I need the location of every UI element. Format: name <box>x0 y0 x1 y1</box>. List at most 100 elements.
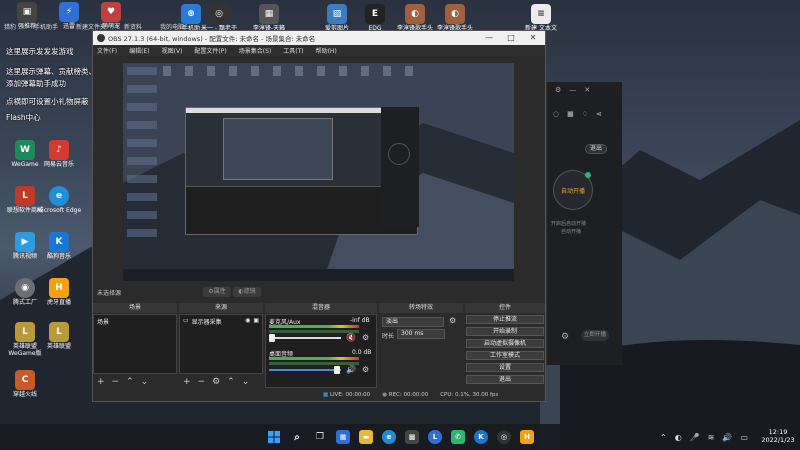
minimize-button[interactable]: — <box>479 31 499 45</box>
close-icon[interactable]: ✕ <box>584 86 590 96</box>
move-down-icon[interactable]: ⌄ <box>141 377 149 387</box>
menu-help[interactable]: 帮助(H) <box>316 46 337 55</box>
rec-status: ● REC: 00:00:00 <box>382 392 429 398</box>
huya-icon: H <box>49 278 69 298</box>
move-up-icon[interactable]: ⌃ <box>227 377 235 387</box>
kugou-icon[interactable]: K <box>474 430 488 444</box>
eye-icon[interactable]: ◉ <box>245 317 250 326</box>
source-item[interactable]: ▭ 显示器采集 ◉ ▣ <box>180 315 262 328</box>
desktop-icon-kugou[interactable]: K 酷狗音乐 <box>36 232 82 261</box>
menu-file[interactable]: 文件(F) <box>97 46 117 55</box>
menu-profile[interactable]: 配置文件(P) <box>194 46 226 55</box>
preview-circle <box>388 143 410 165</box>
exit-button[interactable]: 退出 <box>585 144 607 154</box>
source-item-label: 显示器采集 <box>191 319 222 326</box>
tray-app-icon[interactable]: ◐ <box>675 433 682 443</box>
preview-canvas[interactable] <box>123 63 514 281</box>
file-explorer-icon[interactable]: ▬ <box>359 430 373 444</box>
desktop-icon[interactable]: ≡ 新建 文本文 <box>518 4 564 33</box>
desktop-icon[interactable]: ◎ 米一 - 飘老于 <box>196 4 242 33</box>
start-live-button[interactable]: 立即开播 <box>581 330 609 341</box>
lenovo-icon[interactable]: L <box>428 430 442 444</box>
volume-icon[interactable]: 🔊 <box>722 433 732 443</box>
settings-icon[interactable]: ⚙ <box>555 86 561 96</box>
green-dot <box>585 172 591 178</box>
gear-icon[interactable]: ⚙ <box>362 333 369 342</box>
desktop-note: 这里展示发发发游戏 <box>6 47 74 56</box>
grid-icon[interactable]: ▦ <box>567 110 574 118</box>
add-source-button[interactable]: + <box>183 377 191 387</box>
start-recording-button[interactable]: 开始录制 <box>466 327 544 336</box>
user-icon[interactable]: ◌ <box>553 110 559 118</box>
wifi-icon[interactable]: ≋ <box>708 433 715 443</box>
menu-edit[interactable]: 编辑(E) <box>129 46 149 55</box>
search-icon[interactable]: ⌕ <box>290 430 304 444</box>
microphone-icon[interactable]: 🎤 <box>690 433 700 443</box>
lol-icon: L <box>15 322 35 342</box>
store-icon[interactable]: ▩ <box>405 430 419 444</box>
desktop-label: 猎豹 <box>4 24 17 31</box>
stop-streaming-button[interactable]: 停止推流 <box>466 315 544 324</box>
wechat-icon[interactable]: ✆ <box>451 430 465 444</box>
gear-icon[interactable]: ⚙ <box>212 377 220 387</box>
volume-slider[interactable] <box>269 369 341 371</box>
widgets-icon[interactable]: ▦ <box>336 430 350 444</box>
muted-speaker-icon[interactable]: 🔇 <box>346 333 356 342</box>
move-down-icon[interactable]: ⌄ <box>242 377 250 387</box>
desktop-icon-netease[interactable]: ♪ 网易云音乐 <box>36 140 82 169</box>
battery-icon[interactable]: ▭ <box>740 433 748 443</box>
preview-desktop-icons <box>127 67 157 247</box>
transition-select[interactable]: 淡出 <box>382 317 444 327</box>
desktop-note: 添加弹幕助手成功 <box>6 79 66 88</box>
share-icon[interactable]: ⋖ <box>596 110 602 118</box>
desktop-icon[interactable]: ◐ 李淳锋歌手头 <box>432 4 478 33</box>
huya-icon[interactable]: H <box>520 430 534 444</box>
add-scene-button[interactable]: + <box>97 377 105 387</box>
volume-slider[interactable] <box>269 337 341 339</box>
scene-item[interactable]: 场景 <box>94 315 176 328</box>
task-view-icon[interactable]: ❐ <box>313 430 327 444</box>
lock-icon[interactable]: ▣ <box>253 317 259 326</box>
menu-view[interactable]: 视图(V) <box>162 46 183 55</box>
bell-icon[interactable]: ♢ <box>582 110 588 118</box>
filters-button[interactable]: ◐滤镜 <box>233 287 261 297</box>
desktop-icon[interactable]: ▦ 李淳锋-天籁 <box>246 4 292 33</box>
chevron-up-icon[interactable]: ⌃ <box>660 433 667 443</box>
gear-icon[interactable]: ⚙ <box>449 316 456 325</box>
menu-tools[interactable]: 工具(T) <box>283 46 303 55</box>
duration-label: 时长 <box>382 333 395 340</box>
mixer-header: 混音器 <box>265 303 377 313</box>
desktop-icon-huya[interactable]: H 虎牙直播 <box>36 278 82 307</box>
studio-mode-button[interactable]: 工作室模式 <box>466 351 544 360</box>
volume-knob[interactable] <box>269 334 275 342</box>
speaker-icon[interactable]: 🔊 <box>346 365 356 374</box>
edge-icon[interactable]: e <box>382 430 396 444</box>
desktop-icon-lol[interactable]: L 英雄联盟 <box>36 322 82 351</box>
menu-scene-collection[interactable]: 场景集合(S) <box>239 46 272 55</box>
start-icon[interactable] <box>267 430 281 444</box>
tencent-video-icon: ▶ <box>15 232 35 252</box>
properties-button[interactable]: ⚙属性 <box>203 287 231 297</box>
sub-text: 自动开播 <box>561 229 582 235</box>
maximize-button[interactable]: □ <box>501 31 521 45</box>
desktop-icon-edge[interactable]: e Microsoft Edge <box>36 186 82 215</box>
obs-icon[interactable]: ◎ <box>497 430 511 444</box>
volume-knob[interactable] <box>334 366 340 374</box>
exit-button[interactable]: 退出 <box>466 375 544 384</box>
duration-field[interactable]: 300 ms <box>397 329 445 339</box>
window-controls: ⚙ — ✕ <box>555 86 623 96</box>
scenes-list: 场景 <box>93 314 177 374</box>
remove-source-button[interactable]: − <box>198 377 206 387</box>
desktop-icon-crossfire[interactable]: C 穿越火线 <box>2 370 48 399</box>
settings-icon[interactable]: ⚙ <box>561 332 569 342</box>
minimize-icon[interactable]: — <box>569 86 576 96</box>
close-button[interactable]: ✕ <box>523 31 543 45</box>
gear-icon[interactable]: ⚙ <box>362 365 369 374</box>
settings-button[interactable]: 设置 <box>466 363 544 372</box>
windows-logo-icon <box>268 431 280 443</box>
start-virtual-camera-button[interactable]: 启动虚拟摄像机 <box>466 339 544 348</box>
remove-scene-button[interactable]: − <box>112 377 120 387</box>
edge-icon: e <box>49 186 69 206</box>
move-up-icon[interactable]: ⌃ <box>126 377 134 387</box>
clock[interactable]: 12:19 2022/1/23 <box>758 428 798 445</box>
